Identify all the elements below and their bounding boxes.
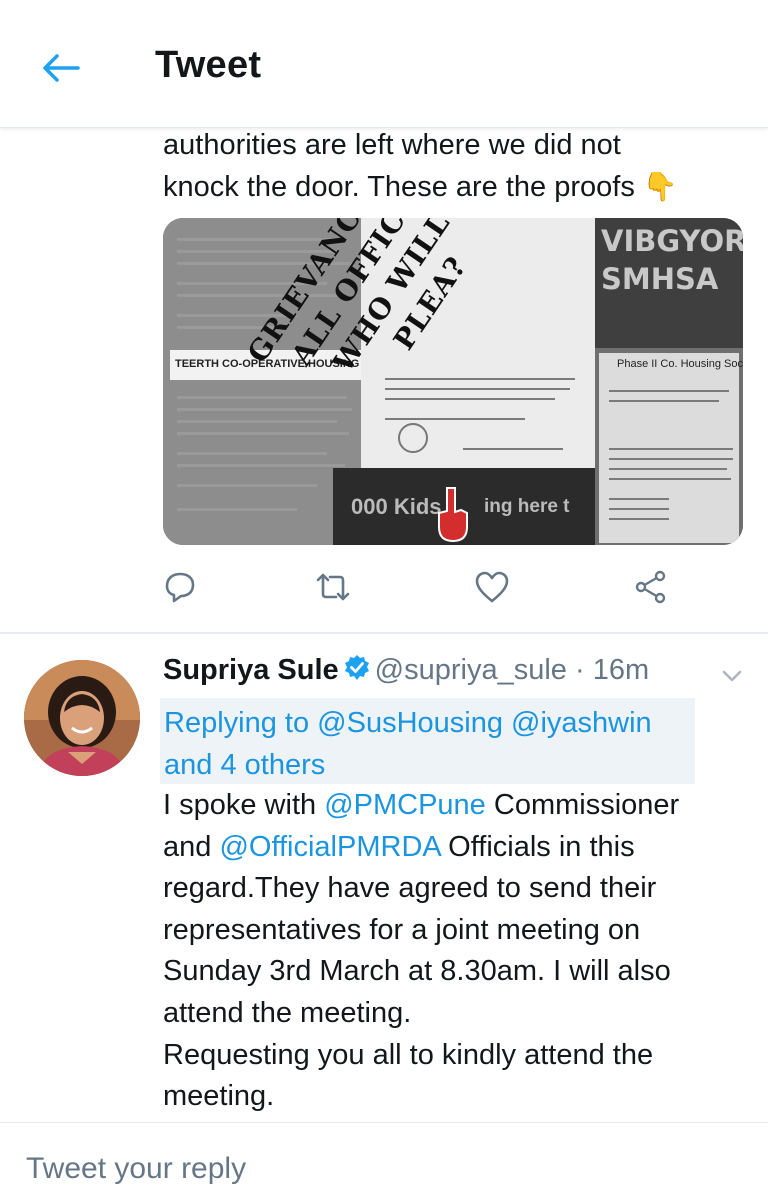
doc-line (609, 498, 669, 500)
doc-line (177, 508, 297, 511)
document-stamp (398, 423, 428, 453)
profile-photo (24, 660, 140, 776)
chevron-down-icon[interactable] (720, 664, 744, 688)
share-button[interactable] (631, 567, 671, 607)
body-line: and @OfficialPMRDA Officials in this (163, 827, 753, 869)
reply-icon (165, 572, 195, 603)
doc-line (463, 448, 563, 450)
doc-line (177, 396, 347, 399)
body-line: attend the meeting. (163, 996, 412, 1029)
body-line: Sunday 3rd March at 8.30am. I will also (163, 955, 671, 988)
replying-to-mention[interactable]: @iyashwin (511, 707, 652, 739)
arrow-left-icon (43, 54, 80, 82)
body-line: meeting. (163, 1080, 275, 1113)
doc-line (609, 400, 719, 402)
replying-to-others[interactable]: and 4 others (164, 749, 325, 781)
mention-link[interactable]: @PMCPune (324, 789, 486, 821)
replying-to-label: Replying to (164, 707, 310, 739)
body-text: I spoke with (163, 789, 325, 821)
time-separator: · (566, 654, 593, 686)
pointing-hand-icon (438, 487, 468, 543)
share-icon (635, 570, 666, 604)
reply-input[interactable]: Tweet your reply (26, 1152, 726, 1186)
doc-line (385, 388, 570, 390)
tweet-media-image[interactable]: TEERTH CO-OPERATIVE HOUSING SOCIETY LTD … (163, 218, 743, 545)
body-line: representatives for a joint meeting on (163, 913, 641, 946)
reply-tweet-body: I spoke with @PMCPune Commissioner and @… (163, 785, 753, 1118)
vibgyor-text: VIBGYORR (601, 224, 743, 258)
verified-badge-icon (344, 655, 369, 680)
page-title: Tweet (155, 44, 262, 86)
doc-line (177, 464, 345, 467)
body-text: Officials in this (440, 830, 635, 863)
doc-line (177, 484, 317, 487)
mention-link[interactable]: @OfficialPMRDA (219, 831, 440, 863)
doc-line (609, 478, 731, 480)
doc-line (609, 458, 733, 460)
doc-line (609, 518, 669, 520)
smhsa-text: SMHSA (601, 262, 719, 296)
doc-line (177, 452, 327, 455)
heart-icon (475, 571, 509, 603)
reply-button[interactable] (160, 567, 200, 607)
doc-line (609, 448, 733, 450)
like-button[interactable] (472, 567, 512, 607)
kids-text: 000 Kids (351, 494, 442, 519)
previous-tweet-line: knock the door. These are the proofs 👇 (163, 166, 753, 208)
doc-line (177, 432, 349, 435)
previous-tweet-line-text: knock the door. These are the proofs (163, 171, 635, 203)
previous-tweet-line: authorities are left where we did not (163, 129, 621, 161)
reply-tweet-header: Supriya Sule @supriya_sule · 16m (163, 654, 723, 694)
body-line: regard.They have agreed to send their (163, 872, 657, 905)
doc-line (177, 408, 352, 411)
phase-text: Phase II Co. Housing Society (617, 358, 743, 370)
doc-line (385, 418, 525, 420)
tweet-timestamp[interactable]: 16m (593, 654, 649, 686)
body-text: and (163, 830, 220, 863)
doc-line (609, 390, 729, 392)
retweet-icon (316, 573, 350, 601)
body-line: I spoke with @PMCPune Commissioner (163, 785, 753, 827)
doc-line (609, 508, 669, 510)
here-text: ing here t (484, 496, 570, 517)
avatar[interactable] (24, 660, 140, 776)
author-name[interactable]: Supriya Sule (163, 654, 339, 686)
author-handle[interactable]: @supriya_sule (375, 654, 567, 686)
doc-line (385, 378, 575, 380)
pointing-down-emoji: 👇 (642, 170, 678, 203)
body-line: Requesting you all to kindly attend the (163, 1038, 654, 1071)
tweet-divider (0, 632, 768, 634)
replying-to[interactable]: Replying to @SusHousing @iyashwin and 4 … (160, 698, 695, 784)
body-text: Commissioner (485, 789, 680, 821)
doc-line (385, 398, 555, 400)
retweet-button[interactable] (313, 567, 353, 607)
tweet-action-bar (160, 567, 680, 607)
back-button[interactable] (36, 46, 84, 90)
top-app-bar: Tweet (0, 0, 768, 128)
previous-tweet-text: authorities are left where we did not kn… (163, 124, 753, 208)
replying-to-mention[interactable]: @SusHousing (317, 707, 503, 739)
doc-line (177, 420, 337, 423)
doc-line (609, 468, 727, 470)
